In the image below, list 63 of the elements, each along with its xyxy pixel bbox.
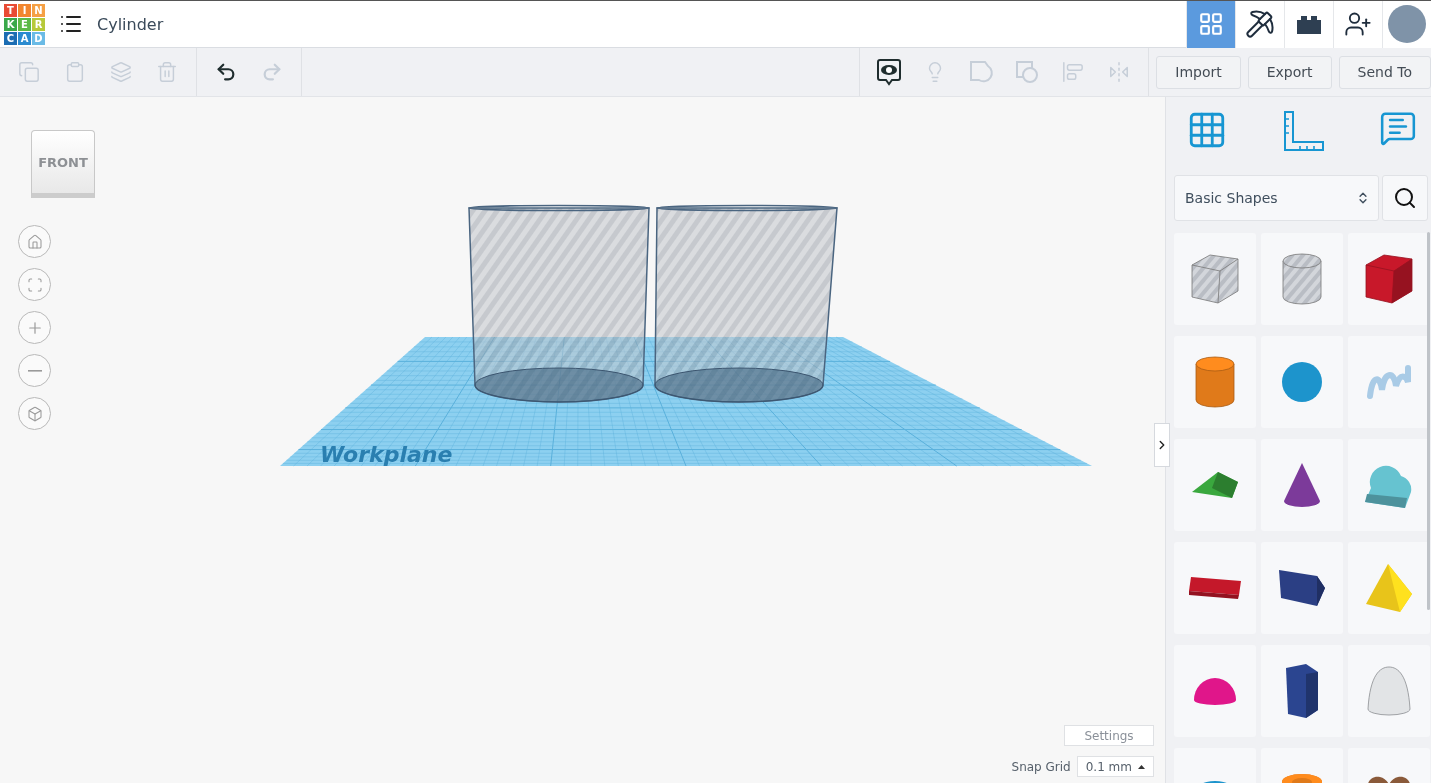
- shape-tile[interactable]: [1261, 645, 1343, 737]
- add-user-tab[interactable]: [1333, 0, 1382, 48]
- cube-view-icon: [26, 405, 43, 422]
- cube-face-label: FRONT: [38, 154, 88, 170]
- snap-grid-select[interactable]: 0.1 mm: [1076, 756, 1154, 777]
- action-button[interactable]: Import: [1156, 55, 1241, 89]
- duplicate-icon: [110, 61, 132, 83]
- shape-tile[interactable]: [1261, 233, 1343, 325]
- shape-tile[interactable]: [1348, 645, 1430, 737]
- home-button[interactable]: [18, 225, 51, 258]
- zoom-in-button[interactable]: [18, 311, 51, 344]
- shape-tile[interactable]: [1261, 439, 1343, 531]
- eye-note-icon: [876, 58, 903, 86]
- shape-tile[interactable]: [1174, 645, 1256, 737]
- redo-icon: [261, 61, 283, 83]
- copy-icon: [18, 61, 40, 83]
- shape-tile[interactable]: [1174, 233, 1256, 325]
- caret-icon: [1138, 764, 1145, 769]
- avatar: [1388, 5, 1426, 43]
- align-icon: [1062, 61, 1085, 83]
- perspective-button[interactable]: [18, 397, 51, 430]
- collapse-panel-button[interactable]: [1154, 423, 1170, 467]
- search-button[interactable]: [1382, 175, 1428, 221]
- shape-category-select[interactable]: Basic Shapes: [1174, 175, 1379, 221]
- action-button[interactable]: Export: [1247, 55, 1332, 89]
- fit-view-icon: [26, 276, 43, 293]
- trash-icon: [156, 61, 178, 83]
- brick-icon: [1295, 14, 1323, 34]
- pickaxe-tab[interactable]: [1235, 0, 1284, 48]
- grid-tab[interactable]: [1186, 0, 1235, 48]
- shape-tile[interactable]: [1174, 336, 1256, 428]
- ruler-icon: [1281, 109, 1326, 153]
- bricks-tab[interactable]: [1284, 0, 1333, 48]
- home-icon: [26, 233, 43, 250]
- group-shape-icon: [968, 59, 995, 85]
- notes-icon: [1379, 109, 1417, 147]
- shape-tile[interactable]: [1348, 233, 1430, 325]
- undo-icon: [215, 61, 237, 83]
- shape-hole-icon: [1014, 59, 1041, 85]
- zoom-out-icon: [27, 369, 42, 372]
- paste-icon: [64, 61, 86, 83]
- updown-icon: [1356, 191, 1370, 205]
- scrollbar[interactable]: [1427, 232, 1430, 610]
- account-button[interactable]: [1382, 0, 1431, 48]
- shape-tile[interactable]: [1261, 542, 1343, 634]
- shape-tile[interactable]: [1174, 439, 1256, 531]
- snap-grid-label: Snap Grid: [1011, 759, 1071, 774]
- shape-tile[interactable]: [1261, 336, 1343, 428]
- shape-tile[interactable]: [1174, 542, 1256, 634]
- design-title[interactable]: Cylinder: [97, 14, 164, 34]
- zoom-out-button[interactable]: [18, 354, 51, 387]
- shape-tile[interactable]: [1348, 336, 1430, 428]
- mirror-icon: [1108, 61, 1131, 83]
- logo[interactable]: T I N K E R C A D: [4, 3, 45, 45]
- grid-icon: [1198, 11, 1224, 37]
- pickaxe-icon: [1245, 9, 1275, 39]
- shape-tile[interactable]: [1348, 439, 1430, 531]
- shape-tile[interactable]: [1348, 542, 1430, 634]
- add-user-icon: [1344, 10, 1372, 38]
- action-button[interactable]: Send To: [1338, 55, 1431, 89]
- search-icon: [1393, 186, 1417, 210]
- workplane-label: Workplane: [320, 442, 453, 467]
- fit-button[interactable]: [18, 268, 51, 301]
